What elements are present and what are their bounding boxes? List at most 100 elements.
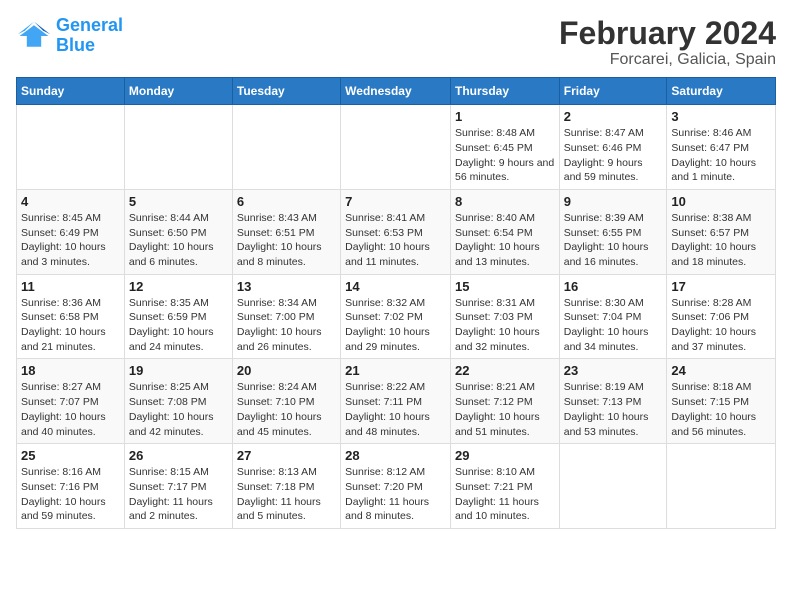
day-info: Sunrise: 8:32 AMSunset: 7:02 PMDaylight:… [345, 296, 446, 355]
calendar-cell [341, 105, 451, 190]
day-number: 16 [564, 279, 663, 294]
logo-icon [16, 18, 52, 54]
day-info: Sunrise: 8:35 AMSunset: 6:59 PMDaylight:… [129, 296, 228, 355]
day-number: 25 [21, 448, 120, 463]
calendar-cell: 20 Sunrise: 8:24 AMSunset: 7:10 PMDayligh… [232, 359, 340, 444]
day-info: Sunrise: 8:15 AMSunset: 7:17 PMDaylight:… [129, 465, 228, 524]
day-number: 1 [455, 109, 555, 124]
calendar-cell: 7 Sunrise: 8:41 AMSunset: 6:53 PMDaylight… [341, 189, 451, 274]
calendar-cell: 29Sunrise: 8:10 AMSunset: 7:21 PMDayligh… [450, 444, 559, 529]
day-info: Sunrise: 8:41 AMSunset: 6:53 PMDaylight:… [345, 211, 446, 270]
calendar-cell: 21 Sunrise: 8:22 AMSunset: 7:11 PMDayligh… [341, 359, 451, 444]
day-header: Tuesday [232, 78, 340, 105]
calendar-cell: 9 Sunrise: 8:39 AMSunset: 6:55 PMDaylight… [559, 189, 667, 274]
day-number: 8 [455, 194, 555, 209]
day-number: 5 [129, 194, 228, 209]
day-number: 23 [564, 363, 663, 378]
calendar-cell: 23 Sunrise: 8:19 AMSunset: 7:13 PMDayligh… [559, 359, 667, 444]
day-info: Sunrise: 8:27 AMSunset: 7:07 PMDaylight:… [21, 380, 120, 439]
day-info: Sunrise: 8:22 AMSunset: 7:11 PMDaylight:… [345, 380, 446, 439]
day-number: 15 [455, 279, 555, 294]
day-number: 24 [671, 363, 771, 378]
day-number: 2 [564, 109, 663, 124]
day-number: 7 [345, 194, 446, 209]
day-info: Sunrise: 8:40 AMSunset: 6:54 PMDaylight:… [455, 211, 555, 270]
day-info: Sunrise: 8:46 AMSunset: 6:47 PMDaylight:… [671, 126, 771, 185]
day-info: Sunrise: 8:28 AMSunset: 7:06 PMDaylight:… [671, 296, 771, 355]
calendar-cell [667, 444, 776, 529]
calendar-cell [232, 105, 340, 190]
calendar-cell: 28Sunrise: 8:12 AMSunset: 7:20 PMDayligh… [341, 444, 451, 529]
day-info: Sunrise: 8:43 AMSunset: 6:51 PMDaylight:… [237, 211, 336, 270]
day-header: Thursday [450, 78, 559, 105]
calendar-cell: 2 Sunrise: 8:47 AMSunset: 6:46 PMDaylight… [559, 105, 667, 190]
day-header: Friday [559, 78, 667, 105]
day-number: 20 [237, 363, 336, 378]
day-number: 3 [671, 109, 771, 124]
calendar-cell [17, 105, 125, 190]
day-info: Sunrise: 8:24 AMSunset: 7:10 PMDaylight:… [237, 380, 336, 439]
day-info: Sunrise: 8:47 AMSunset: 6:46 PMDaylight:… [564, 126, 663, 185]
day-info: Sunrise: 8:38 AMSunset: 6:57 PMDaylight:… [671, 211, 771, 270]
day-info: Sunrise: 8:39 AMSunset: 6:55 PMDaylight:… [564, 211, 663, 270]
calendar-cell: 3 Sunrise: 8:46 AMSunset: 6:47 PMDaylight… [667, 105, 776, 190]
day-info: Sunrise: 8:30 AMSunset: 7:04 PMDaylight:… [564, 296, 663, 355]
calendar-table: SundayMondayTuesdayWednesdayThursdayFrid… [16, 77, 776, 529]
calendar-cell [124, 105, 232, 190]
day-header: Sunday [17, 78, 125, 105]
day-info: Sunrise: 8:48 AMSunset: 6:45 PMDaylight:… [455, 126, 555, 185]
calendar-cell [559, 444, 667, 529]
day-number: 19 [129, 363, 228, 378]
day-info: Sunrise: 8:13 AMSunset: 7:18 PMDaylight:… [237, 465, 336, 524]
day-number: 22 [455, 363, 555, 378]
day-info: Sunrise: 8:45 AMSunset: 6:49 PMDaylight:… [21, 211, 120, 270]
calendar-cell: 25 Sunrise: 8:16 AMSunset: 7:16 PMDayligh… [17, 444, 125, 529]
calendar-cell: 11Sunrise: 8:36 AMSunset: 6:58 PMDayligh… [17, 274, 125, 359]
logo-line1: General [56, 15, 123, 35]
day-number: 18 [21, 363, 120, 378]
day-number: 9 [564, 194, 663, 209]
calendar-cell: 19Sunrise: 8:25 AMSunset: 7:08 PMDayligh… [124, 359, 232, 444]
day-info: Sunrise: 8:44 AMSunset: 6:50 PMDaylight:… [129, 211, 228, 270]
logo-line2: Blue [56, 35, 95, 55]
title-block: February 2024 Forcarei, Galicia, Spain [559, 16, 776, 69]
day-number: 14 [345, 279, 446, 294]
day-info: Sunrise: 8:31 AMSunset: 7:03 PMDaylight:… [455, 296, 555, 355]
calendar-cell: 1 Sunrise: 8:48 AMSunset: 6:45 PMDaylight… [450, 105, 559, 190]
calendar-cell: 24 Sunrise: 8:18 AMSunset: 7:15 PMDayligh… [667, 359, 776, 444]
page-header: General Blue February 2024 Forcarei, Gal… [16, 16, 776, 69]
day-header: Wednesday [341, 78, 451, 105]
day-number: 6 [237, 194, 336, 209]
day-info: Sunrise: 8:16 AMSunset: 7:16 PMDaylight:… [21, 465, 120, 524]
calendar-cell: 5 Sunrise: 8:44 AMSunset: 6:50 PMDaylight… [124, 189, 232, 274]
calendar-cell: 22 Sunrise: 8:21 AMSunset: 7:12 PMDayligh… [450, 359, 559, 444]
day-info: Sunrise: 8:36 AMSunset: 6:58 PMDaylight:… [21, 296, 120, 355]
calendar-cell: 16 Sunrise: 8:30 AMSunset: 7:04 PMDayligh… [559, 274, 667, 359]
calendar-subtitle: Forcarei, Galicia, Spain [559, 51, 776, 69]
day-info: Sunrise: 8:18 AMSunset: 7:15 PMDaylight:… [671, 380, 771, 439]
calendar-cell: 8 Sunrise: 8:40 AMSunset: 6:54 PMDaylight… [450, 189, 559, 274]
calendar-cell: 14 Sunrise: 8:32 AMSunset: 7:02 PMDayligh… [341, 274, 451, 359]
day-info: Sunrise: 8:21 AMSunset: 7:12 PMDaylight:… [455, 380, 555, 439]
calendar-header: SundayMondayTuesdayWednesdayThursdayFrid… [17, 78, 776, 105]
calendar-body: 1 Sunrise: 8:48 AMSunset: 6:45 PMDaylight… [17, 105, 776, 529]
day-info: Sunrise: 8:34 AMSunset: 7:00 PMDaylight:… [237, 296, 336, 355]
calendar-cell: 17 Sunrise: 8:28 AMSunset: 7:06 PMDayligh… [667, 274, 776, 359]
calendar-title: February 2024 [559, 16, 776, 51]
calendar-cell: 12Sunrise: 8:35 AMSunset: 6:59 PMDayligh… [124, 274, 232, 359]
day-number: 21 [345, 363, 446, 378]
day-header: Saturday [667, 78, 776, 105]
calendar-cell: 13 Sunrise: 8:34 AMSunset: 7:00 PMDayligh… [232, 274, 340, 359]
logo: General Blue [16, 16, 123, 56]
calendar-cell: 6 Sunrise: 8:43 AMSunset: 6:51 PMDaylight… [232, 189, 340, 274]
day-number: 13 [237, 279, 336, 294]
day-number: 26 [129, 448, 228, 463]
day-number: 17 [671, 279, 771, 294]
day-info: Sunrise: 8:19 AMSunset: 7:13 PMDaylight:… [564, 380, 663, 439]
calendar-cell: 10Sunrise: 8:38 AMSunset: 6:57 PMDayligh… [667, 189, 776, 274]
calendar-cell: 4Sunrise: 8:45 AMSunset: 6:49 PMDaylight… [17, 189, 125, 274]
day-number: 27 [237, 448, 336, 463]
calendar-cell: 26 Sunrise: 8:15 AMSunset: 7:17 PMDayligh… [124, 444, 232, 529]
logo-text: General Blue [56, 16, 123, 56]
calendar-cell: 27 Sunrise: 8:13 AMSunset: 7:18 PMDayligh… [232, 444, 340, 529]
